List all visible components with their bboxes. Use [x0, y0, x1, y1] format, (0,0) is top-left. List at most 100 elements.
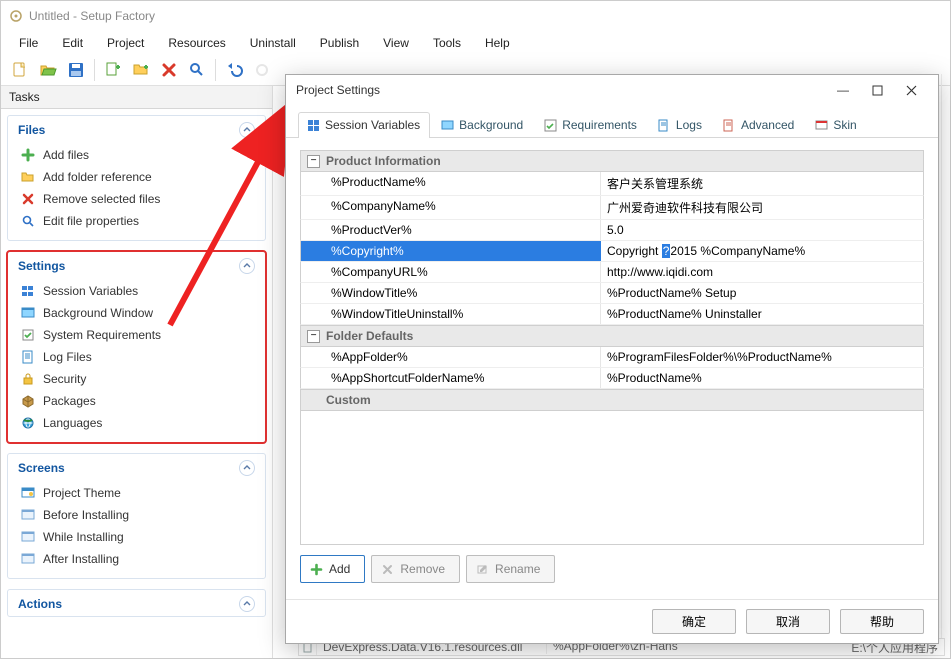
panel-actions: Actions [7, 589, 266, 617]
sidebar-item-add-folder[interactable]: Add folder reference [14, 166, 259, 188]
theme-icon [20, 485, 36, 501]
tab-requirements[interactable]: Requirements [535, 112, 647, 138]
maximize-button[interactable] [860, 79, 894, 101]
section-custom[interactable]: Custom [300, 389, 924, 411]
menu-view[interactable]: View [371, 33, 421, 53]
panel-screens-title: Screens [18, 461, 65, 475]
sidebar-item-label: Remove selected files [43, 192, 160, 206]
app-icon [9, 9, 23, 23]
sidebar-item-label: After Installing [43, 552, 119, 566]
menu-resources[interactable]: Resources [156, 33, 237, 53]
var-value[interactable]: Copyright ?2015 %CompanyName% [601, 241, 923, 261]
menu-uninstall[interactable]: Uninstall [238, 33, 308, 53]
menu-file[interactable]: File [7, 33, 50, 53]
tb-properties[interactable] [184, 57, 210, 83]
menu-project[interactable]: Project [95, 33, 156, 53]
menu-tools[interactable]: Tools [421, 33, 473, 53]
sidebar-item-add-files[interactable]: Add files [14, 144, 259, 166]
section-product-info[interactable]: −Product Information [300, 150, 924, 172]
tb-new[interactable] [7, 57, 33, 83]
collapse-icon[interactable]: − [307, 330, 320, 343]
add-button[interactable]: Add [300, 555, 365, 583]
var-value[interactable]: 广州爱奇迪软件科技有限公司 [601, 196, 923, 219]
grid-row[interactable]: %ProductVer%5.0 [300, 220, 924, 241]
var-value[interactable]: http://www.iqidi.com [601, 262, 923, 282]
var-value[interactable]: %ProductName% [601, 368, 923, 388]
button-label: 取消 [776, 613, 800, 630]
sidebar-item-security[interactable]: Security [14, 368, 259, 390]
sidebar-item-session-vars[interactable]: Session Variables [14, 280, 259, 302]
menu-edit[interactable]: Edit [50, 33, 95, 53]
sidebar-item-remove[interactable]: Remove selected files [14, 188, 259, 210]
tab-session-variables[interactable]: Session Variables [298, 112, 430, 138]
sidebar-item-edit-props[interactable]: Edit file properties [14, 210, 259, 232]
help-button[interactable]: 帮助 [840, 609, 924, 634]
x-icon [380, 562, 394, 576]
minimize-button[interactable]: — [826, 79, 860, 101]
sidebar-item-before[interactable]: Before Installing [14, 504, 259, 526]
grid-row[interactable]: %AppFolder%%ProgramFilesFolder%\%Product… [300, 347, 924, 368]
tb-redo[interactable] [249, 57, 275, 83]
tb-add-folder[interactable] [128, 57, 154, 83]
grid-row[interactable]: %WindowTitle%%ProductName% Setup [300, 283, 924, 304]
tb-save[interactable] [63, 57, 89, 83]
screen-icon [20, 551, 36, 567]
variables-grid[interactable]: −Product Information %ProductName%客户关系管理… [300, 150, 924, 411]
panel-settings: Settings Session Variables Background Wi… [7, 251, 266, 443]
tb-open[interactable] [35, 57, 61, 83]
var-value[interactable]: %ProductName% Uninstaller [601, 304, 923, 324]
log-icon [657, 118, 671, 132]
sidebar-item-languages[interactable]: Languages [14, 412, 259, 434]
tab-skin[interactable]: Skin [806, 112, 866, 138]
var-key: %AppFolder% [301, 347, 601, 367]
var-value[interactable]: 5.0 [601, 220, 923, 240]
var-value[interactable]: %ProductName% Setup [601, 283, 923, 303]
cancel-button[interactable]: 取消 [746, 609, 830, 634]
section-folder-defaults[interactable]: −Folder Defaults [300, 325, 924, 347]
sidebar-item-while[interactable]: While Installing [14, 526, 259, 548]
sidebar-item-theme[interactable]: Project Theme [14, 482, 259, 504]
sidebar-item-log[interactable]: Log Files [14, 346, 259, 368]
var-value[interactable]: %ProgramFilesFolder%\%ProductName% [601, 347, 923, 367]
menu-publish[interactable]: Publish [308, 33, 371, 53]
sidebar-item-label: Project Theme [43, 486, 121, 500]
section-title: Product Information [326, 154, 441, 168]
button-label: Rename [495, 562, 540, 576]
tab-logs[interactable]: Logs [649, 112, 712, 138]
menubar: File Edit Project Resources Uninstall Pu… [1, 31, 950, 54]
tab-advanced[interactable]: Advanced [714, 112, 804, 138]
sidebar-item-bg[interactable]: Background Window [14, 302, 259, 324]
sidebar-item-label: Languages [43, 416, 102, 430]
var-key: %WindowTitle% [301, 283, 601, 303]
sidebar-item-label: System Requirements [43, 328, 161, 342]
grid-row[interactable]: %ProductName%客户关系管理系统 [300, 172, 924, 196]
grid-row-selected[interactable]: %Copyright%Copyright ?2015 %CompanyName% [300, 241, 924, 262]
tab-label: Requirements [562, 118, 637, 132]
tab-background[interactable]: Background [432, 112, 533, 138]
ok-button[interactable]: 确定 [652, 609, 736, 634]
grid-row[interactable]: %AppShortcutFolderName%%ProductName% [300, 368, 924, 389]
tb-remove[interactable] [156, 57, 182, 83]
close-button[interactable] [894, 79, 928, 101]
grid-row[interactable]: %WindowTitleUninstall%%ProductName% Unin… [300, 304, 924, 325]
sidebar-item-packages[interactable]: Packages [14, 390, 259, 412]
collapse-icon[interactable] [239, 122, 255, 138]
tb-add-files[interactable] [100, 57, 126, 83]
sidebar-item-after[interactable]: After Installing [14, 548, 259, 570]
collapse-icon[interactable] [239, 460, 255, 476]
collapse-icon[interactable]: − [307, 155, 320, 168]
sidebar-item-label: Add folder reference [43, 170, 152, 184]
project-settings-dialog: Project Settings — Session Variables Bac… [285, 74, 939, 644]
menu-help[interactable]: Help [473, 33, 522, 53]
sidebar-item-label: While Installing [43, 530, 124, 544]
grid-row[interactable]: %CompanyURL%http://www.iqidi.com [300, 262, 924, 283]
collapse-icon[interactable] [239, 596, 255, 612]
tb-undo[interactable] [221, 57, 247, 83]
globe-icon [20, 415, 36, 431]
folder-icon [20, 169, 36, 185]
collapse-icon[interactable] [239, 258, 255, 274]
var-value[interactable]: 客户关系管理系统 [601, 172, 923, 195]
vars-icon [306, 118, 320, 132]
sidebar-item-req[interactable]: System Requirements [14, 324, 259, 346]
grid-row[interactable]: %CompanyName%广州爱奇迪软件科技有限公司 [300, 196, 924, 220]
